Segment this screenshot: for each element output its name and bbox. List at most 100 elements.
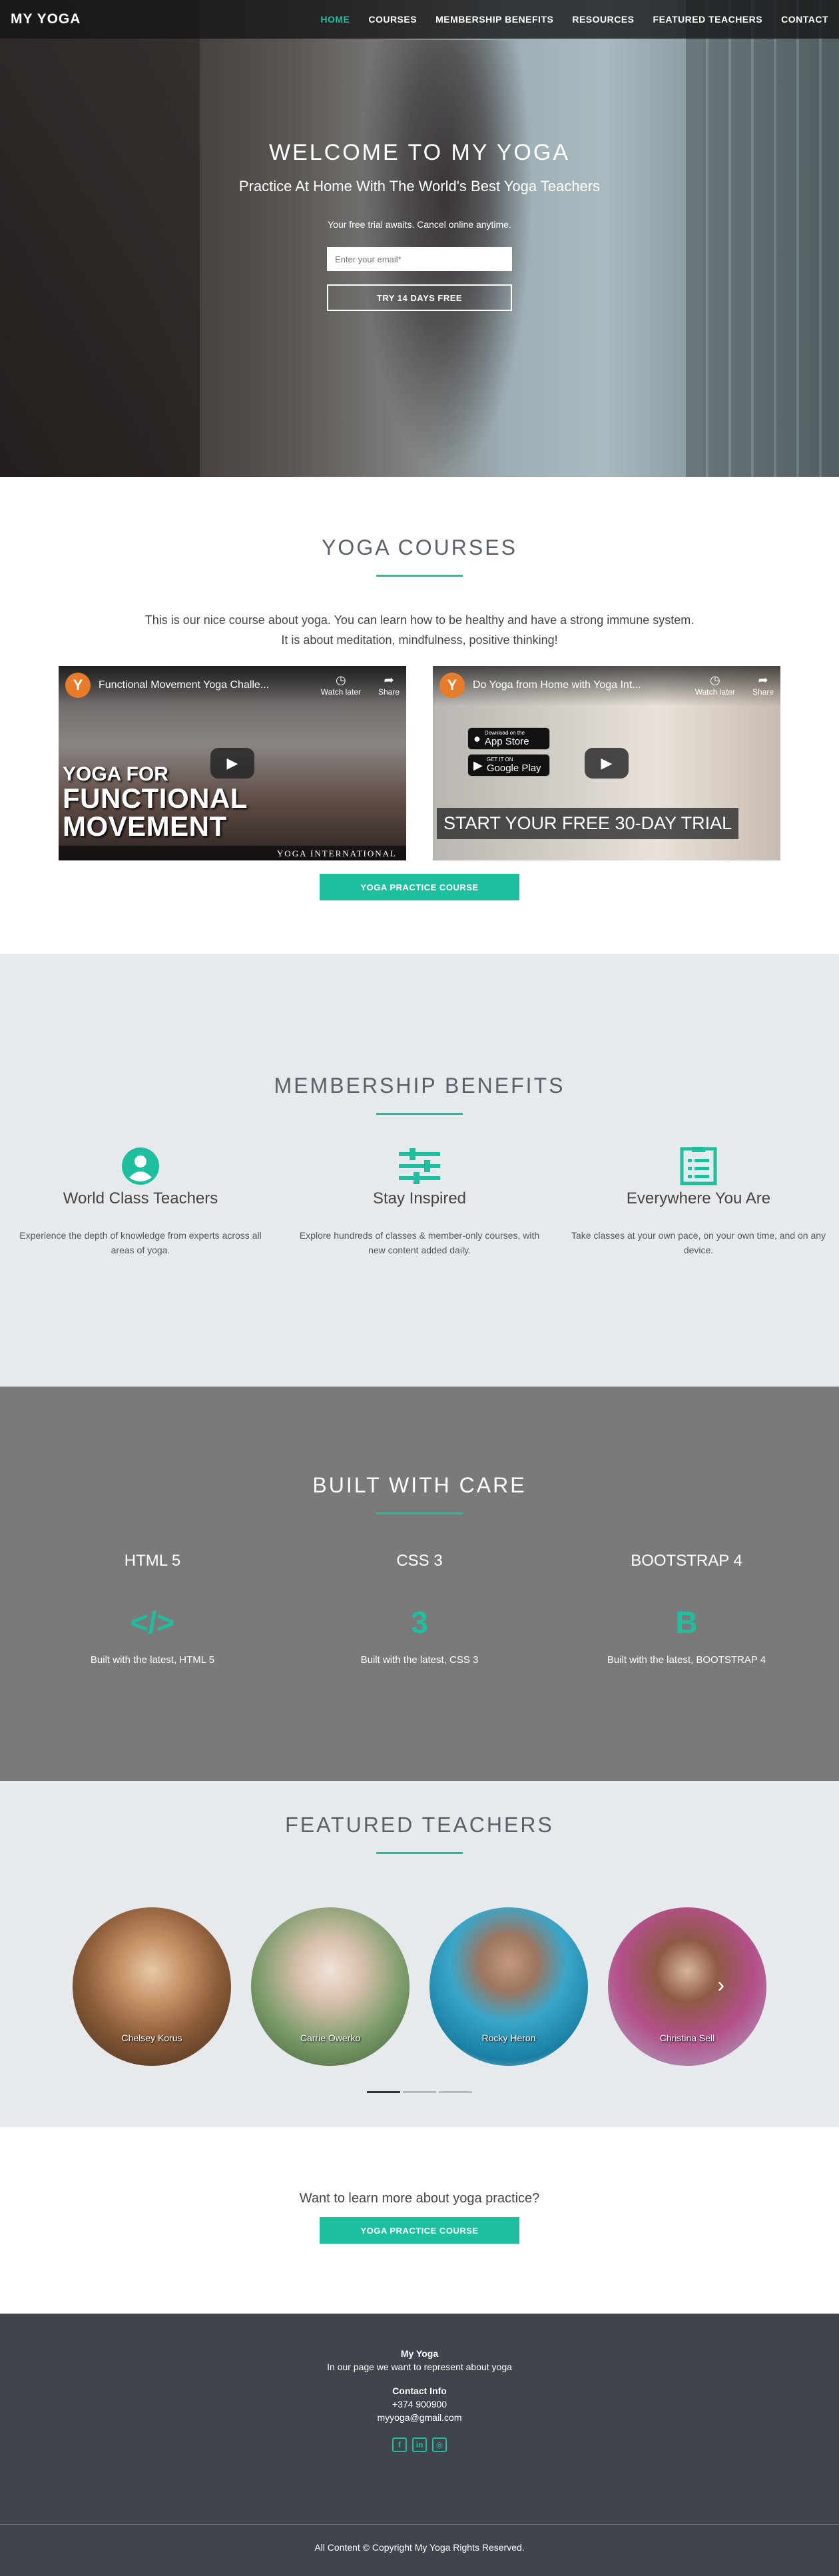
footer: My Yoga In our page we want to represent… <box>0 2314 839 2524</box>
share-icon: ➦ <box>758 673 768 687</box>
navbar: MY YOGA HOME COURSES MEMBERSHIP BENEFITS… <box>0 0 839 39</box>
video-row: Y Functional Movement Yoga Challe... ◷ Wa… <box>0 666 839 860</box>
nav-links: HOME COURSES MEMBERSHIP BENEFITS RESOURC… <box>320 14 828 25</box>
title-underline <box>376 1852 463 1854</box>
benefit-text: Take classes at your own pace, on your o… <box>571 1230 826 1255</box>
nav-featured-teachers[interactable]: FEATURED TEACHERS <box>653 14 763 25</box>
play-icon: ▶ <box>601 755 613 771</box>
contact-email[interactable]: myyoga@gmail.com <box>0 2412 839 2423</box>
contact-phone[interactable]: +374 900900 <box>0 2399 839 2410</box>
hero-subtitle: Practice At Home With The World's Best Y… <box>238 178 601 194</box>
teacher-carousel: Chelsey Korus Carrie Owerko Rocky Heron … <box>0 1907 839 2066</box>
google-play-badge: ▶ GET IT ON Google Play <box>467 754 550 777</box>
title-underline <box>376 1113 463 1115</box>
nav-courses[interactable]: COURSES <box>368 14 417 25</box>
built-item-title: BOOTSTRAP 4 <box>631 1552 742 1570</box>
benefit-text: Experience the depth of knowledge from e… <box>19 1230 262 1255</box>
built-item-title: CSS 3 <box>396 1552 443 1570</box>
teacher-card[interactable]: Chelsey Korus <box>73 1907 231 2066</box>
carousel-indicator[interactable] <box>403 2091 436 2093</box>
carousel-next-icon[interactable]: › <box>717 1973 724 1997</box>
built-item-text: Built with the latest, HTML 5 <box>90 1654 215 1666</box>
nav-membership-benefits[interactable]: MEMBERSHIP BENEFITS <box>435 14 553 25</box>
share-button[interactable]: ➦ Share <box>378 673 400 697</box>
contact-heading: Contact Info <box>392 2386 447 2396</box>
learn-more-text: Want to learn more about yoga practice? <box>299 2191 540 2206</box>
title-underline <box>376 1512 463 1514</box>
teacher-card[interactable]: Carrie Owerko <box>251 1907 410 2066</box>
facebook-icon[interactable]: f <box>392 2437 407 2452</box>
built-item: BOOTSTRAP 4 B Built with the latest, BOO… <box>573 1552 800 1666</box>
copyright-bar: All Content © Copyright My Yoga Rights R… <box>0 2524 839 2576</box>
benefit-title: Everywhere You Are <box>626 1189 771 1207</box>
courses-description: This is our nice course about yoga. You … <box>144 613 695 647</box>
email-input[interactable] <box>327 247 512 271</box>
teacher-name: Rocky Heron <box>481 2033 536 2043</box>
video-title[interactable]: Do Yoga from Home with Yoga Int... <box>473 679 666 691</box>
video-embed-yoga-from-home[interactable]: Y Do Yoga from Home with Yoga Int... ◷ Wa… <box>433 666 780 860</box>
built-with-care-section: BUILT WITH CARE HTML 5 </> Built with th… <box>0 1387 839 1781</box>
courses-title: YOGA COURSES <box>322 535 517 559</box>
built-title: BUILT WITH CARE <box>312 1473 527 1497</box>
video-thumbnail-footer: YOGA INTERNATIONAL <box>59 846 406 860</box>
benefit-title: World Class Teachers <box>63 1189 218 1207</box>
video-thumbnail-text: YOGA FOR FUNCTIONAL MOVEMENT <box>63 763 248 842</box>
nav-home[interactable]: HOME <box>320 14 350 25</box>
title-underline <box>376 575 463 577</box>
channel-logo-icon[interactable]: Y <box>65 673 91 698</box>
teacher-name: Chelsey Korus <box>121 2033 182 2043</box>
app-store-badge: ● Download on the App Store <box>467 727 550 750</box>
brand-logo[interactable]: MY YOGA <box>11 11 81 27</box>
google-play-icon: ▶ <box>473 758 483 772</box>
bootstrap-icon: B <box>675 1605 698 1640</box>
try-free-button[interactable]: TRY 14 DAYS FREE <box>327 284 512 311</box>
yoga-practice-course-button[interactable]: YOGA PRACTICE COURSE <box>320 2217 519 2244</box>
yoga-practice-course-button[interactable]: YOGA PRACTICE COURSE <box>320 874 519 900</box>
benefit-item: Everywhere You Are Take classes at your … <box>570 1147 827 1257</box>
hero-title: WELCOME TO MY YOGA <box>268 140 571 165</box>
social-links: f in ◎ <box>0 2437 839 2452</box>
featured-teachers-section: FEATURED TEACHERS Chelsey Korus Carrie O… <box>0 1781 839 2127</box>
hero-content: WELCOME TO MY YOGA Practice At Home With… <box>0 140 839 311</box>
nav-resources[interactable]: RESOURCES <box>572 14 634 25</box>
teacher-card[interactable]: Christina Sell <box>608 1907 766 2066</box>
user-circle-icon <box>12 1147 269 1185</box>
hero-note: Your free trial awaits. Cancel online an… <box>328 219 511 230</box>
css3-icon: 3 <box>411 1605 428 1640</box>
watch-later-button[interactable]: ◷ Watch later <box>321 673 361 697</box>
benefits-title: MEMBERSHIP BENEFITS <box>274 1074 565 1098</box>
nav-contact[interactable]: CONTACT <box>781 14 828 25</box>
built-item: CSS 3 3 Built with the latest, CSS 3 <box>306 1552 533 1666</box>
carousel-indicator[interactable] <box>439 2091 472 2093</box>
learn-more-section: Want to learn more about yoga practice? … <box>0 2127 839 2314</box>
teacher-card[interactable]: Rocky Heron <box>429 1907 588 2066</box>
clipboard-list-icon <box>570 1147 827 1185</box>
video-embed-functional-movement[interactable]: Y Functional Movement Yoga Challe... ◷ Wa… <box>59 666 406 860</box>
watch-later-button[interactable]: ◷ Watch later <box>695 673 735 697</box>
linkedin-icon[interactable]: in <box>412 2437 427 2452</box>
share-button[interactable]: ➦ Share <box>752 673 774 697</box>
built-item-text: Built with the latest, CSS 3 <box>360 1654 479 1666</box>
channel-logo-icon[interactable]: Y <box>439 673 465 698</box>
courses-section: YOGA COURSES This is our nice course abo… <box>0 477 839 954</box>
teachers-title: FEATURED TEACHERS <box>285 1813 554 1837</box>
benefit-title: Stay Inspired <box>372 1189 467 1207</box>
benefit-item: Stay Inspired Explore hundreds of classe… <box>291 1147 548 1257</box>
teacher-name: Christina Sell <box>659 2033 715 2043</box>
instagram-icon[interactable]: ◎ <box>432 2437 447 2452</box>
benefit-text: Explore hundreds of classes & member-onl… <box>299 1230 540 1255</box>
clock-icon: ◷ <box>335 673 346 687</box>
trial-banner: START YOUR FREE 30-DAY TRIAL <box>437 808 739 839</box>
benefit-item: World Class Teachers Experience the dept… <box>12 1147 269 1257</box>
hero-section: WELCOME TO MY YOGA Practice At Home With… <box>0 0 839 477</box>
carousel-indicator[interactable] <box>367 2091 400 2093</box>
play-button[interactable]: ▶ <box>585 748 629 779</box>
built-item-title: HTML 5 <box>124 1552 181 1570</box>
membership-benefits-section: MEMBERSHIP BENEFITS World Class Teachers… <box>0 954 839 1387</box>
carousel-indicators <box>0 2091 839 2093</box>
clock-icon: ◷ <box>709 673 720 687</box>
built-item: HTML 5 </> Built with the latest, HTML 5 <box>39 1552 266 1666</box>
copyright-text: All Content © Copyright My Yoga Rights R… <box>314 2542 525 2553</box>
built-item-text: Built with the latest, BOOTSTRAP 4 <box>607 1654 766 1666</box>
video-title[interactable]: Functional Movement Yoga Challe... <box>99 679 292 691</box>
